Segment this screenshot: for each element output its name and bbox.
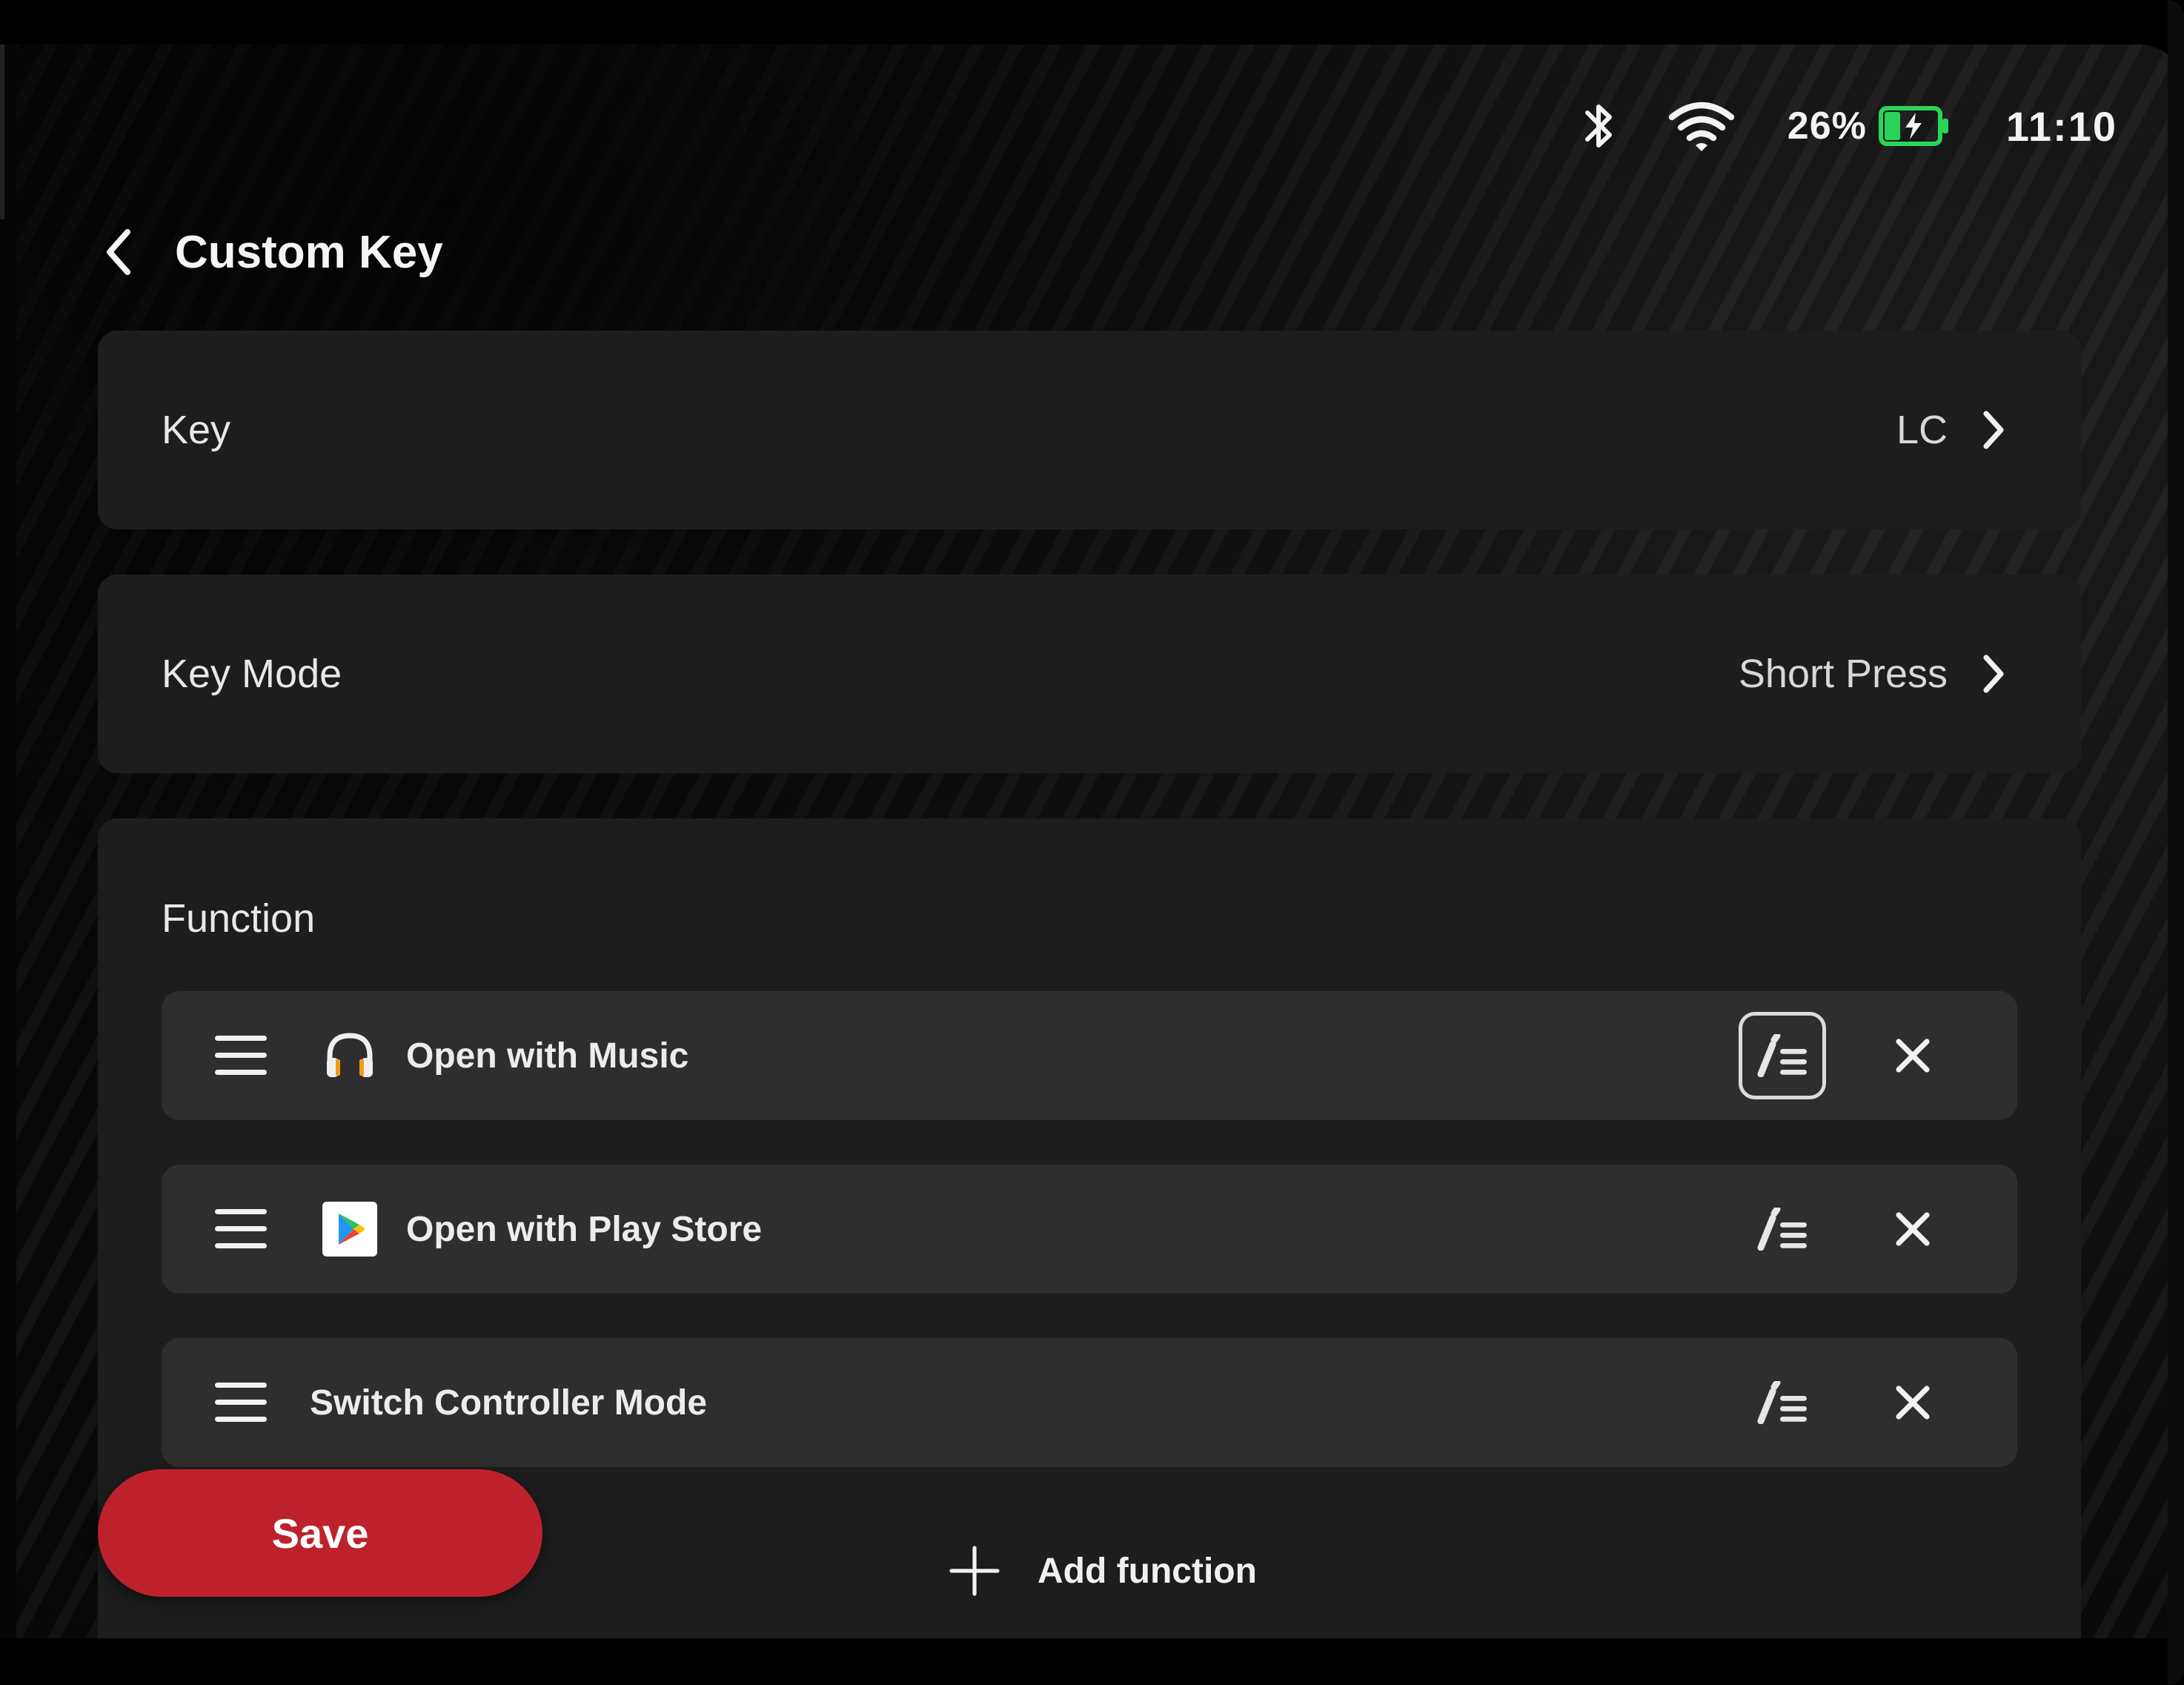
- remove-function-button[interactable]: [1879, 1196, 1946, 1262]
- edit-list-icon: [1757, 1381, 1807, 1424]
- add-function-button[interactable]: Add function: [949, 1545, 1257, 1597]
- key-value: LC: [1896, 408, 1948, 452]
- chevron-right-icon: [1983, 411, 2004, 449]
- function-label: Open with Music: [406, 1036, 689, 1076]
- drag-handle-icon[interactable]: [215, 1381, 267, 1424]
- battery-charging-icon: [1878, 105, 1950, 147]
- edit-function-button[interactable]: [1739, 1185, 1826, 1273]
- edit-function-button[interactable]: [1739, 1012, 1826, 1099]
- device-frame: 26% 11:10 Custom Key Key LC Key Mode Sho…: [0, 0, 2184, 1685]
- close-icon: [1896, 1039, 1930, 1073]
- bluetooth-icon: [1580, 98, 1619, 154]
- drag-handle-icon[interactable]: [215, 1034, 267, 1077]
- wifi-icon: [1667, 99, 1736, 153]
- add-function-label: Add function: [1038, 1551, 1257, 1591]
- back-button[interactable]: [104, 222, 141, 282]
- function-item: Open with Play Store: [162, 1165, 2017, 1294]
- page-title: Custom Key: [175, 226, 443, 278]
- close-icon: [1896, 1212, 1930, 1246]
- key-mode-label: Key Mode: [162, 652, 342, 696]
- close-icon: [1896, 1386, 1930, 1420]
- key-value-group: LC: [1896, 407, 2005, 453]
- headphones-icon: [322, 1027, 378, 1084]
- clock: 11:10: [2005, 102, 2117, 150]
- key-label: Key: [162, 408, 231, 452]
- left-bezel: [0, 44, 16, 1638]
- key-mode-value-group: Short Press: [1739, 651, 2005, 697]
- drag-handle-icon[interactable]: [215, 1208, 267, 1251]
- remove-function-button[interactable]: [1879, 1369, 1946, 1436]
- function-section-title: Function: [162, 896, 316, 941]
- bezel-mark: [0, 44, 4, 219]
- key-mode-setting-row[interactable]: Key Mode Short Press: [98, 575, 2081, 773]
- function-item: Open with Music: [162, 991, 2017, 1120]
- status-bar: 26% 11:10: [1580, 89, 2117, 163]
- right-bezel: [2168, 0, 2184, 1685]
- key-mode-value: Short Press: [1738, 652, 1948, 696]
- edit-list-icon: [1757, 1208, 1807, 1251]
- plus-icon: [949, 1546, 1000, 1596]
- function-label: Open with Play Store: [406, 1209, 763, 1249]
- edit-function-button[interactable]: [1739, 1359, 1826, 1446]
- battery-percent: 26%: [1787, 105, 1867, 148]
- function-label: Switch Controller Mode: [310, 1383, 708, 1423]
- play-store-icon: [322, 1201, 378, 1257]
- page-header: Custom Key: [104, 222, 443, 282]
- chevron-right-icon: [1983, 655, 2004, 693]
- save-button[interactable]: Save: [98, 1469, 542, 1597]
- chevron-left-icon: [107, 229, 130, 275]
- remove-function-button[interactable]: [1879, 1022, 1946, 1089]
- key-setting-row[interactable]: Key LC: [98, 331, 2081, 529]
- function-item: Switch Controller Mode: [162, 1338, 2017, 1467]
- edit-list-icon: [1757, 1034, 1807, 1077]
